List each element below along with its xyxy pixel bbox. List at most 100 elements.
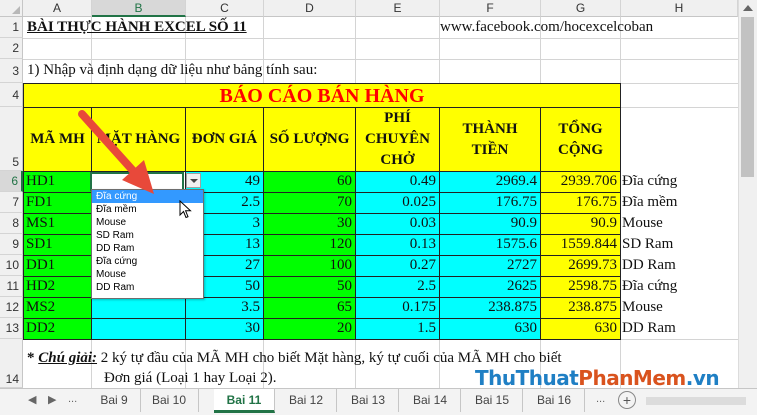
cell-thanh-tien[interactable]: 176.75 (439, 192, 541, 214)
column-header-d[interactable]: D (264, 0, 356, 17)
cell-thanh-tien[interactable]: 630 (439, 318, 541, 340)
tab-scroll-left-icon[interactable]: ◀ (28, 393, 36, 406)
dropdown-option[interactable]: Đĩa cứng (92, 255, 203, 268)
vertical-scrollbar-thumb[interactable] (741, 17, 754, 177)
add-sheet-button[interactable]: + (618, 391, 636, 409)
column-header-c[interactable]: C (186, 0, 264, 17)
cell-phi[interactable]: 0.13 (355, 234, 440, 256)
tab-bai-14[interactable]: Bai 14 (400, 389, 461, 412)
tab-bai-16[interactable]: Bai 16 (524, 389, 585, 412)
column-header-a[interactable]: A (23, 0, 92, 17)
cell-tong-cong[interactable]: 176.75 (540, 192, 621, 214)
cell-h-mat-hang[interactable]: DD Ram (622, 319, 676, 338)
horizontal-scrollbar[interactable] (646, 397, 746, 405)
cell-so-luong[interactable]: 50 (263, 276, 356, 298)
cell-h-mat-hang[interactable]: DD Ram (622, 256, 676, 275)
tab-bai-10[interactable]: Bai 10 (140, 389, 199, 412)
tab-more-right-icon[interactable]: ... (596, 393, 605, 405)
cell-so-luong[interactable]: 60 (263, 171, 356, 193)
column-header-g[interactable]: G (541, 0, 621, 17)
row-header-14[interactable]: 14 (0, 339, 23, 388)
column-header-b[interactable]: B (92, 0, 186, 17)
cell-thanh-tien[interactable]: 2625 (439, 276, 541, 298)
cell-h-mat-hang[interactable]: Mouse (622, 214, 663, 233)
instruction-text: 1) Nhập và định dạng dữ liệu như bảng tí… (27, 62, 318, 78)
cell-thanh-tien[interactable]: 2969.4 (439, 171, 541, 193)
select-all-corner[interactable] (0, 0, 23, 17)
cell-so-luong[interactable]: 70 (263, 192, 356, 214)
cell-tong-cong[interactable]: 630 (540, 318, 621, 340)
row-header-2[interactable]: 2 (0, 38, 23, 59)
tab-bai-12[interactable]: Bai 12 (276, 389, 337, 412)
dropdown-option[interactable]: SD Ram (92, 229, 203, 242)
row-header-9[interactable]: 9 (0, 234, 23, 255)
row-header-1[interactable]: 1 (0, 17, 23, 38)
cell-so-luong[interactable]: 100 (263, 255, 356, 277)
cell-ma-mh[interactable]: DD2 (23, 318, 92, 340)
sheet-title: BÀI THỰC HÀNH EXCEL SỐ 11 (27, 19, 247, 35)
dropdown-option[interactable]: DD Ram (92, 281, 203, 294)
column-header-h[interactable]: H (621, 0, 738, 17)
cell-tong-cong[interactable]: 90.9 (540, 213, 621, 235)
dropdown-option[interactable]: Mouse (92, 268, 203, 281)
cell-ma-mh[interactable]: MS1 (23, 213, 92, 235)
cell-phi[interactable]: 0.27 (355, 255, 440, 277)
tab-bai-11[interactable]: Bai 11 (214, 389, 275, 413)
cell-tong-cong[interactable]: 1559.844 (540, 234, 621, 256)
scroll-up-icon[interactable] (743, 5, 753, 11)
cell-thanh-tien[interactable]: 1575.6 (439, 234, 541, 256)
cell-phi[interactable]: 0.49 (355, 171, 440, 193)
cell-h-mat-hang[interactable]: SD Ram (622, 235, 673, 254)
cell-don-gia[interactable]: 30 (185, 318, 264, 340)
cell-thanh-tien[interactable]: 238.875 (439, 297, 541, 319)
column-header-f[interactable]: F (440, 0, 541, 17)
cell-ma-mh[interactable]: HD2 (23, 276, 92, 298)
cell-h-mat-hang[interactable]: Đĩa cứng (622, 277, 677, 296)
row-header-3[interactable]: 3 (0, 59, 23, 83)
cell-don-gia[interactable]: 3.5 (185, 297, 264, 319)
tab-bai-13[interactable]: Bai 13 (338, 389, 399, 412)
row-header-11[interactable]: 11 (0, 276, 23, 297)
cell-phi[interactable]: 0.175 (355, 297, 440, 319)
cell-phi[interactable]: 0.025 (355, 192, 440, 214)
cell-phi[interactable]: 2.5 (355, 276, 440, 298)
row-header-12[interactable]: 12 (0, 297, 23, 318)
row-header-5[interactable]: 5 (0, 107, 23, 171)
tab-bai-9[interactable]: Bai 9 (88, 389, 141, 412)
cell-phi[interactable]: 0.03 (355, 213, 440, 235)
cell-tong-cong[interactable]: 238.875 (540, 297, 621, 319)
row-header-6[interactable]: 6 (0, 171, 23, 192)
cell-thanh-tien[interactable]: 90.9 (439, 213, 541, 235)
cell-tong-cong[interactable]: 2598.75 (540, 276, 621, 298)
mouse-cursor-icon (179, 200, 192, 219)
cell-ma-mh[interactable]: SD1 (23, 234, 92, 256)
cell-thanh-tien[interactable]: 2727 (439, 255, 541, 277)
cell-h-mat-hang[interactable]: Mouse (622, 298, 663, 317)
column-header-e[interactable]: E (356, 0, 440, 17)
header-tong-cong: TỔNG CỘNG (540, 107, 621, 172)
cell-mat-hang[interactable] (91, 318, 186, 340)
cell-tong-cong[interactable]: 2699.73 (540, 255, 621, 277)
cell-so-luong[interactable]: 120 (263, 234, 356, 256)
dropdown-option[interactable]: DD Ram (92, 242, 203, 255)
cell-phi[interactable]: 1.5 (355, 318, 440, 340)
cell-h-mat-hang[interactable]: Đĩa cứng (622, 172, 677, 191)
cell-ma-mh[interactable]: DD1 (23, 255, 92, 277)
cell-h-mat-hang[interactable]: Đĩa mềm (622, 193, 677, 212)
tab-more-left-icon[interactable]: ... (68, 393, 77, 405)
cell-tong-cong[interactable]: 2939.706 (540, 171, 621, 193)
tab-bai-15[interactable]: Bai 15 (462, 389, 523, 412)
row-header-8[interactable]: 8 (0, 213, 23, 234)
dropdown-arrow-button[interactable] (186, 173, 201, 188)
tab-scroll-right-icon[interactable]: ▶ (48, 393, 56, 406)
cell-so-luong[interactable]: 65 (263, 297, 356, 319)
cell-so-luong[interactable]: 20 (263, 318, 356, 340)
row-header-4[interactable]: 4 (0, 83, 23, 107)
row-header-10[interactable]: 10 (0, 255, 23, 276)
row-header-13[interactable]: 13 (0, 318, 23, 339)
watermark-logo: ThuThuatPhanMem.vn (475, 366, 720, 390)
cell-so-luong[interactable]: 30 (263, 213, 356, 235)
cell-ma-mh[interactable]: MS2 (23, 297, 92, 319)
cell-mat-hang[interactable] (91, 297, 186, 319)
row-header-7[interactable]: 7 (0, 192, 23, 213)
